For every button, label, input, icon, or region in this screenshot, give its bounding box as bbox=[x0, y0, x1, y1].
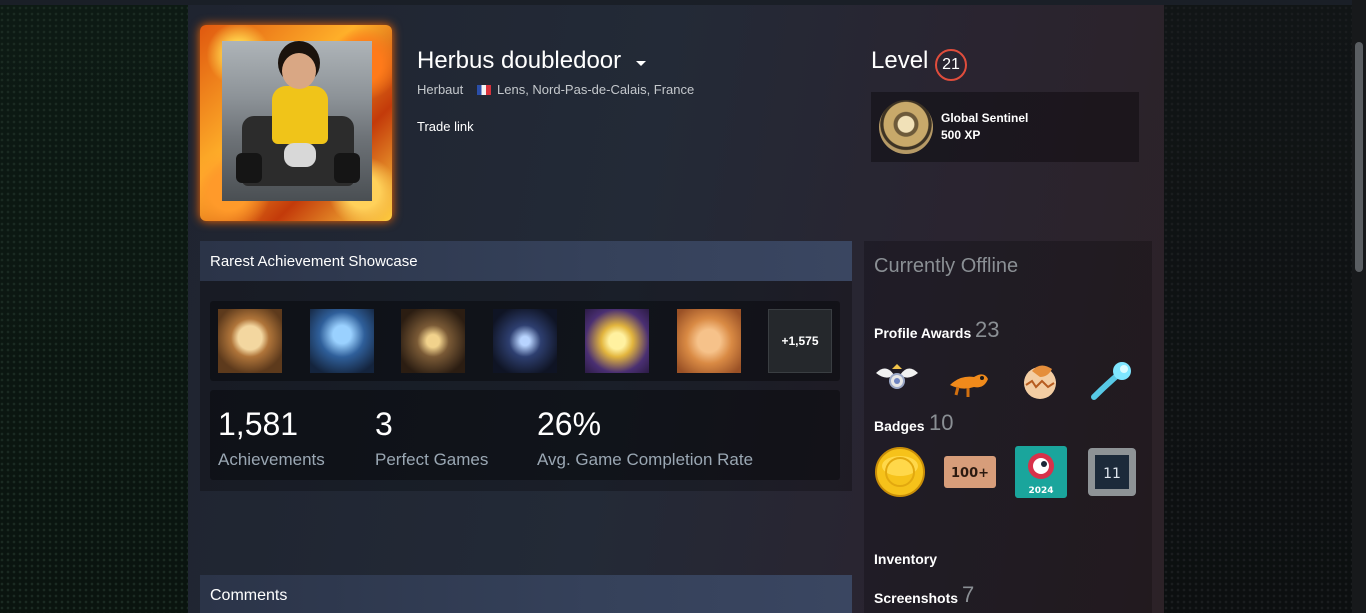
showcase-title: Rarest Achievement Showcase bbox=[200, 241, 852, 281]
featured-badge-name: Global Sentinel bbox=[941, 111, 1029, 125]
achievements-label: Achievements bbox=[218, 450, 325, 469]
achievement-strip: +1,575 bbox=[210, 301, 840, 381]
global-sentinel-badge-icon bbox=[879, 100, 933, 154]
perfect-games-label: Perfect Games bbox=[375, 450, 489, 469]
france-flag-icon bbox=[477, 85, 491, 95]
comet-icon[interactable] bbox=[1090, 359, 1136, 401]
badges-count[interactable]: 10 bbox=[929, 410, 953, 436]
trade-link[interactable]: Trade link bbox=[417, 119, 474, 134]
scrollbar-thumb[interactable] bbox=[1355, 42, 1363, 272]
completion-rate-value: 26% bbox=[537, 406, 602, 442]
level-label: Level bbox=[871, 47, 929, 74]
steam-2024-badge-icon[interactable]: 2024 bbox=[1014, 446, 1068, 498]
profile-sidebar: Currently Offline Profile Awards 23 Badg… bbox=[864, 241, 1152, 613]
avatar-photo bbox=[222, 41, 372, 201]
name-dropdown-icon[interactable] bbox=[636, 61, 646, 66]
perfect-games-count: 3 bbox=[375, 406, 393, 442]
more-achievements-button[interactable]: +1,575 bbox=[768, 309, 832, 373]
online-status: Currently Offline bbox=[874, 255, 1019, 277]
hundred-plus-text: 100+ bbox=[951, 466, 989, 481]
persona-name[interactable]: Herbus doubledoor bbox=[417, 47, 621, 75]
dark-demon-icon[interactable] bbox=[493, 309, 557, 373]
profile-awards-count[interactable]: 23 bbox=[975, 317, 999, 343]
years-11-badge-icon[interactable]: 11 bbox=[1086, 446, 1138, 498]
golden-clover-icon[interactable] bbox=[585, 309, 649, 373]
avatar[interactable] bbox=[200, 25, 392, 221]
glowing-doorway-icon[interactable] bbox=[401, 309, 465, 373]
featured-badge-xp: 500 XP bbox=[941, 128, 981, 142]
steam-2024-text: 2024 bbox=[1028, 486, 1053, 496]
rarest-achievement-showcase: Rarest Achievement Showcase +1,575 1,581… bbox=[200, 241, 852, 491]
featured-badge[interactable]: Global Sentinel 500 XP bbox=[871, 92, 1139, 162]
page-background-right bbox=[1164, 0, 1352, 613]
screenshots-link[interactable]: Screenshots bbox=[874, 590, 958, 606]
cracked-egg-icon[interactable] bbox=[1018, 359, 1064, 401]
page-scrollbar[interactable] bbox=[1352, 0, 1366, 613]
achievements-count: 1,581 bbox=[218, 406, 299, 442]
achievement-stats: 1,581 Achievements 3 Perfect Games 26% A… bbox=[210, 390, 840, 480]
badges-link[interactable]: Badges bbox=[874, 418, 925, 434]
frost-wizard-icon[interactable] bbox=[310, 309, 374, 373]
100-plus-badge-icon[interactable]: 100+ bbox=[942, 446, 998, 498]
gold-coin-icon[interactable] bbox=[874, 446, 926, 498]
orange-lizard-icon[interactable] bbox=[946, 359, 992, 401]
comments-header: Comments bbox=[200, 575, 852, 613]
years-text: 11 bbox=[1103, 466, 1121, 482]
location: Lens, Nord-Pas-de-Calais, France bbox=[497, 82, 695, 97]
joined-hands-icon[interactable] bbox=[677, 309, 741, 373]
winged-ball-icon[interactable] bbox=[874, 359, 920, 401]
ram-rider-icon[interactable] bbox=[218, 309, 282, 373]
page-background-left bbox=[0, 0, 188, 613]
screenshots-count[interactable]: 7 bbox=[962, 582, 974, 608]
level-badge[interactable]: 21 bbox=[935, 49, 967, 81]
inventory-link[interactable]: Inventory bbox=[874, 551, 937, 567]
real-name: Herbaut bbox=[417, 82, 464, 97]
profile-page: Herbus doubledoor Herbaut Lens, Nord-Pas… bbox=[188, 5, 1164, 613]
completion-rate-label: Avg. Game Completion Rate bbox=[537, 450, 754, 469]
profile-awards-link[interactable]: Profile Awards bbox=[874, 325, 971, 341]
